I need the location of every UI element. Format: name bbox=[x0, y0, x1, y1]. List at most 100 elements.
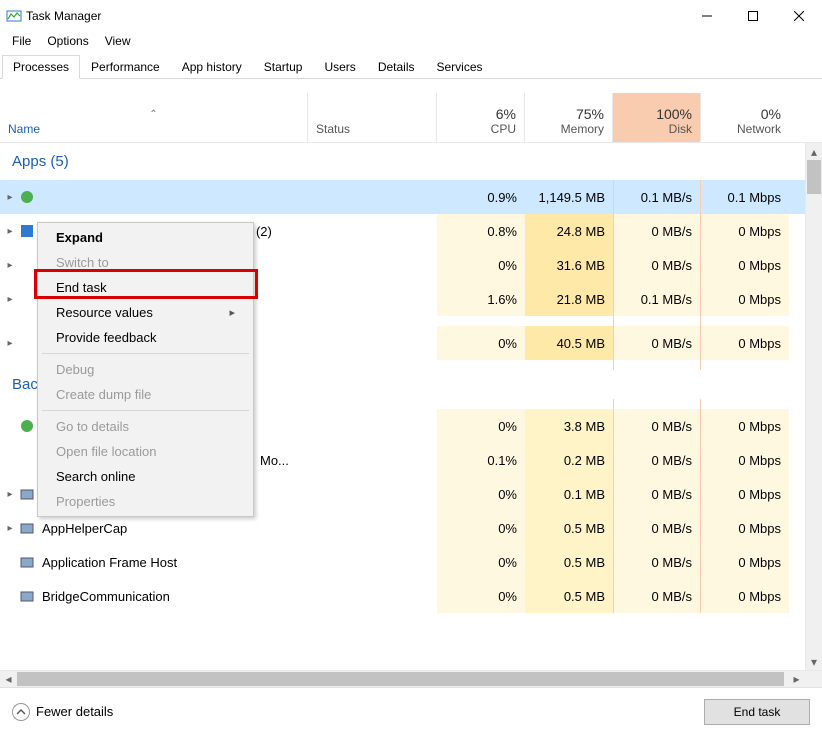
tab-details[interactable]: Details bbox=[367, 55, 426, 79]
fewer-details-toggle[interactable]: Fewer details bbox=[12, 703, 113, 721]
group-apps[interactable]: Apps (5) bbox=[0, 143, 822, 180]
context-menu: Expand Switch to End task Resource value… bbox=[37, 222, 254, 517]
cell-disk: 0 MB/s bbox=[613, 443, 701, 477]
process-icon bbox=[18, 334, 36, 352]
close-button[interactable] bbox=[776, 0, 822, 32]
horizontal-scrollbar[interactable]: ◂ ▸ bbox=[0, 670, 822, 687]
scroll-left-icon[interactable]: ◂ bbox=[0, 672, 17, 686]
chevron-right-icon[interactable]: ▸ bbox=[4, 226, 16, 237]
window-title: Task Manager bbox=[26, 9, 101, 23]
app-icon bbox=[6, 8, 22, 24]
cell-memory: 0.5 MB bbox=[525, 579, 613, 613]
cell-network: 0 Mbps bbox=[701, 214, 789, 248]
cell-memory: 0.5 MB bbox=[525, 545, 613, 579]
process-icon bbox=[18, 553, 36, 571]
process-icon bbox=[18, 451, 36, 469]
network-usage-percent: 0% bbox=[761, 106, 781, 122]
cell-memory: 40.5 MB bbox=[525, 326, 613, 360]
chevron-right-icon[interactable]: ▸ bbox=[4, 489, 16, 500]
cell-cpu: 0% bbox=[437, 511, 525, 545]
cell-memory: 0.2 MB bbox=[525, 443, 613, 477]
cell-cpu: 0% bbox=[437, 326, 525, 360]
cell-cpu: 0.1% bbox=[437, 443, 525, 477]
column-memory[interactable]: 75% Memory bbox=[525, 93, 613, 142]
table-header: ⌃ Name Status 6% CPU 75% Memory 100% Dis… bbox=[0, 93, 822, 143]
cell-disk: 0 MB/s bbox=[613, 214, 701, 248]
ctx-search-online[interactable]: Search online bbox=[40, 464, 251, 489]
group-background-label: Bac bbox=[12, 376, 38, 393]
ctx-resource-values[interactable]: Resource values▸ bbox=[40, 300, 251, 325]
cell-cpu: 0.8% bbox=[437, 214, 525, 248]
cell-network: 0 Mbps bbox=[701, 511, 789, 545]
table-row[interactable]: Application Frame Host 0% 0.5 MB 0 MB/s … bbox=[0, 545, 822, 579]
cell-memory: 24.8 MB bbox=[525, 214, 613, 248]
ctx-resource-values-label: Resource values bbox=[56, 305, 153, 320]
disk-usage-percent: 100% bbox=[656, 106, 692, 122]
end-task-button[interactable]: End task bbox=[704, 699, 810, 725]
cell-cpu: 0% bbox=[437, 248, 525, 282]
scroll-down-icon[interactable]: ▾ bbox=[806, 653, 822, 670]
chevron-right-icon[interactable]: ▸ bbox=[4, 260, 16, 271]
cell-cpu: 1.6% bbox=[437, 282, 525, 316]
cell-cpu: 0% bbox=[437, 579, 525, 613]
cell-network: 0 Mbps bbox=[701, 545, 789, 579]
column-memory-label: Memory bbox=[561, 122, 604, 136]
tab-performance[interactable]: Performance bbox=[80, 55, 171, 79]
end-task-button-label: End task bbox=[734, 705, 781, 719]
tab-services[interactable]: Services bbox=[426, 55, 494, 79]
ctx-switch-to: Switch to bbox=[40, 250, 251, 275]
ctx-provide-feedback[interactable]: Provide feedback bbox=[40, 325, 251, 350]
cell-disk: 0 MB/s bbox=[613, 326, 701, 360]
cell-memory: 0.1 MB bbox=[525, 477, 613, 511]
tab-users[interactable]: Users bbox=[313, 55, 366, 79]
cell-network: 0 Mbps bbox=[701, 409, 789, 443]
column-cpu-label: CPU bbox=[491, 122, 516, 136]
tab-startup[interactable]: Startup bbox=[253, 55, 314, 79]
process-name: AppHelperCap bbox=[42, 521, 127, 536]
scroll-thumb[interactable] bbox=[807, 160, 821, 194]
scroll-up-icon[interactable]: ▴ bbox=[806, 143, 822, 160]
process-name: Application Frame Host bbox=[42, 555, 177, 570]
column-name[interactable]: ⌃ Name bbox=[0, 93, 308, 142]
scroll-right-icon[interactable]: ▸ bbox=[788, 672, 805, 686]
column-network[interactable]: 0% Network bbox=[701, 93, 789, 142]
process-icon bbox=[18, 290, 36, 308]
process-icon bbox=[18, 587, 36, 605]
ctx-expand[interactable]: Expand bbox=[40, 225, 251, 250]
tab-app-history[interactable]: App history bbox=[171, 55, 253, 79]
cell-network: 0 Mbps bbox=[701, 477, 789, 511]
menu-file[interactable]: File bbox=[4, 32, 39, 52]
menu-options[interactable]: Options bbox=[39, 32, 96, 52]
cell-network: 0 Mbps bbox=[701, 326, 789, 360]
table-row[interactable]: ▸ 0.9% 1,149.5 MB 0.1 MB/s 0.1 Mbps bbox=[0, 180, 822, 214]
cell-cpu: 0% bbox=[437, 477, 525, 511]
column-status-label: Status bbox=[316, 122, 428, 136]
cell-network: 0 Mbps bbox=[701, 282, 789, 316]
menu-view[interactable]: View bbox=[97, 32, 139, 52]
ctx-create-dump: Create dump file bbox=[40, 382, 251, 407]
column-disk[interactable]: 100% Disk bbox=[613, 93, 701, 142]
cell-network: 0 Mbps bbox=[701, 248, 789, 282]
hscroll-thumb[interactable] bbox=[17, 672, 784, 686]
fewer-details-label: Fewer details bbox=[36, 704, 113, 719]
process-icon bbox=[18, 188, 36, 206]
cell-network: 0 Mbps bbox=[701, 443, 789, 477]
column-status[interactable]: Status bbox=[308, 93, 437, 142]
ctx-end-task[interactable]: End task bbox=[40, 275, 251, 300]
maximize-button[interactable] bbox=[730, 0, 776, 32]
cell-cpu: 0% bbox=[437, 545, 525, 579]
ctx-go-to-details: Go to details bbox=[40, 414, 251, 439]
chevron-right-icon[interactable]: ▸ bbox=[4, 338, 16, 349]
vertical-scrollbar[interactable]: ▴ ▾ bbox=[805, 143, 822, 670]
table-row[interactable]: BridgeCommunication 0% 0.5 MB 0 MB/s 0 M… bbox=[0, 579, 822, 613]
cell-disk: 0 MB/s bbox=[613, 545, 701, 579]
chevron-right-icon[interactable]: ▸ bbox=[4, 294, 16, 305]
cell-network: 0 Mbps bbox=[701, 579, 789, 613]
chevron-right-icon[interactable]: ▸ bbox=[4, 523, 16, 534]
tab-processes[interactable]: Processes bbox=[2, 55, 80, 79]
column-cpu[interactable]: 6% CPU bbox=[437, 93, 525, 142]
chevron-right-icon[interactable]: ▸ bbox=[4, 192, 16, 203]
cell-disk: 0 MB/s bbox=[613, 579, 701, 613]
minimize-button[interactable] bbox=[684, 0, 730, 32]
titlebar: Task Manager bbox=[0, 0, 822, 32]
